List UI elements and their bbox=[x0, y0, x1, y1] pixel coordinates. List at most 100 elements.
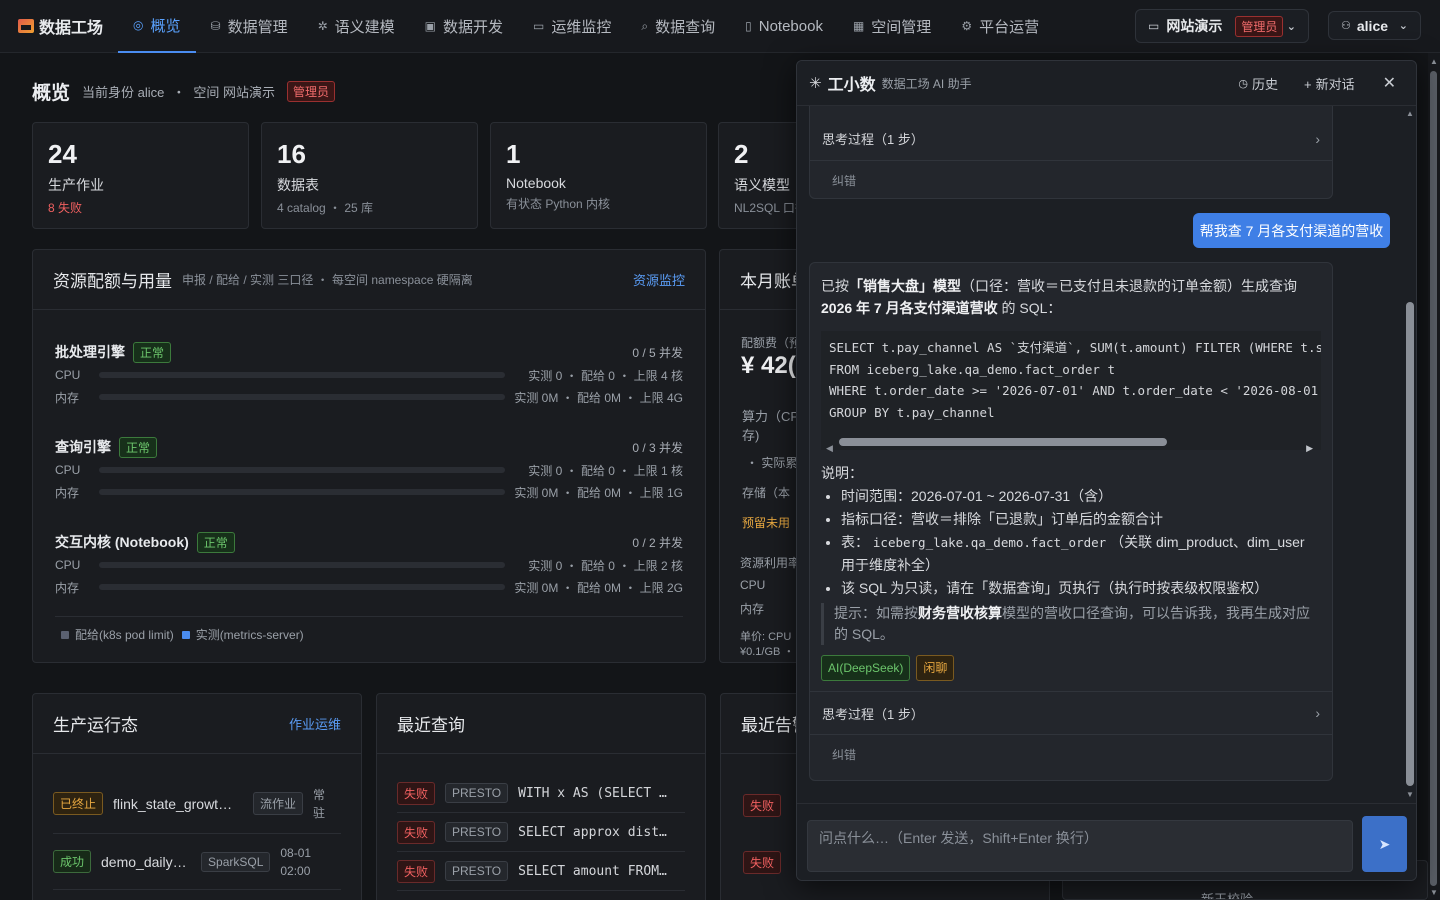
stat-label: 生产作业 bbox=[48, 177, 104, 193]
message-tags: AI(DeepSeek) 闲聊 bbox=[821, 655, 1321, 681]
job-ops-link[interactable]: 作业运维 bbox=[289, 714, 341, 733]
stat-number: 1 bbox=[506, 139, 521, 169]
scroll-left-icon[interactable]: ◀ bbox=[826, 437, 833, 459]
brand[interactable]: 数据工场 bbox=[18, 14, 118, 38]
scroll-up-icon[interactable]: ▲ bbox=[1406, 109, 1414, 118]
job-name: demo_daily… bbox=[101, 853, 187, 870]
history-button[interactable]: ◷ 历史 bbox=[1238, 74, 1278, 93]
nav-item-data-management[interactable]: ⛁ 数据管理 bbox=[196, 0, 303, 53]
scroll-down-icon[interactable]: ▼ bbox=[1406, 790, 1414, 799]
cpu-bar bbox=[99, 372, 505, 378]
query-row[interactable]: 失败 PRESTO SELECT approx dist… bbox=[397, 813, 685, 852]
nav-item-notebook[interactable]: ▯ Notebook bbox=[730, 0, 838, 53]
concurrency: 0 / 3 并发 bbox=[632, 440, 683, 455]
nav-item-platform-ops[interactable]: ⚙ 平台运营 bbox=[946, 0, 1054, 53]
job-time: 08-01 02:00 bbox=[280, 845, 312, 878]
chat-tag: 闲聊 bbox=[916, 655, 955, 681]
answer-target: 2026 年 7 月各支付渠道营收 bbox=[821, 300, 998, 316]
resource-monitor-link[interactable]: 资源监控 bbox=[633, 270, 685, 289]
nav-item-overview[interactable]: ◎ 概览 bbox=[118, 0, 196, 53]
database-icon: ⛁ bbox=[210, 19, 221, 33]
think-toggle[interactable]: 思考过程（1 步） › bbox=[810, 117, 1332, 161]
nav-label: 数据查询 bbox=[655, 18, 716, 36]
answer-intro: 已按「销售大盘」模型（口径：营收＝已支付且未退款的订单金额）生成查询 2026 … bbox=[821, 275, 1321, 319]
list-item[interactable]: 成功 demo_daily… SparkSQL 08-01 02:00 bbox=[53, 834, 341, 890]
nav-item-data-dev[interactable]: ▣ 数据开发 bbox=[410, 0, 518, 53]
engine-batch: 批处理引擎 正常 0 / 5 并发 CPU 实测 0 ・ 配给 0 ・ 上限 4 核 … bbox=[55, 340, 683, 408]
separator: ・ bbox=[172, 85, 186, 100]
ai-assistant-panel: ✳ 工小数 数据工场 AI 助手 ◷ 历史 + 新对话 ✕ 思考过程（1 步） › 纠… bbox=[796, 60, 1417, 881]
job-type: SparkSQL bbox=[201, 851, 271, 872]
chat-input-area: 问点什么…（Enter 发送，Shift+Enter 换行） ➤ bbox=[797, 803, 1416, 880]
scroll-up-icon[interactable]: ▲ bbox=[1430, 57, 1438, 66]
fix-button[interactable]: 纠错 bbox=[810, 735, 1332, 773]
page-header: 概览 当前身份 alice ・ 空间 网站演示 管理员 bbox=[32, 78, 336, 105]
page-scrollbar[interactable]: ▲ ▼ bbox=[1428, 53, 1440, 900]
stat-card-notebook[interactable]: 1 Notebook 有状态 Python 内核 bbox=[490, 122, 707, 229]
tip-text: 提示：如需按 bbox=[834, 605, 918, 621]
nav-item-data-query[interactable]: ⌕ 数据查询 bbox=[626, 0, 730, 53]
tip-note: 提示：如需按财务营收核算模型的营收口径查询，可以告诉我，我再生成对应的 SQL。 bbox=[821, 603, 1321, 645]
fix-button[interactable]: 纠错 bbox=[810, 161, 1332, 199]
model-tag: AI(DeepSeek) bbox=[821, 655, 911, 681]
stat-card-jobs[interactable]: 24 生产作业 8 失败 bbox=[32, 122, 249, 229]
nav-item-semantic-modeling[interactable]: ✲ 语义建模 bbox=[303, 0, 410, 53]
stat-card-tables[interactable]: 16 数据表 4 catalog ・ 25 库 bbox=[261, 122, 478, 229]
stat-label: Notebook bbox=[506, 175, 566, 191]
user-name: alice bbox=[1356, 17, 1389, 34]
page-title: 概览 bbox=[32, 83, 71, 104]
chat-messages: 思考过程（1 步） › 纠错 帮我查 7 月各支付渠道的营收 已按「销售大盘」模型… bbox=[797, 106, 1404, 803]
nav-item-ops-monitor[interactable]: ▭ 运维监控 bbox=[518, 0, 626, 53]
scrollbar-thumb[interactable] bbox=[1406, 302, 1414, 786]
stat-sub: NL2SQL 口径 bbox=[734, 201, 807, 215]
scrollbar-thumb[interactable] bbox=[1430, 71, 1437, 886]
code-scrollbar[interactable]: ◀ ▶ bbox=[821, 434, 1321, 453]
scroll-down-icon[interactable]: ▼ bbox=[1430, 888, 1438, 897]
chat-scrollbar[interactable]: ▲ ▼ bbox=[1404, 106, 1416, 803]
query-row[interactable]: 失败 PRESTO WITH x AS (SELECT … bbox=[397, 774, 685, 813]
nav-label: 语义建模 bbox=[334, 18, 395, 36]
sql-code-block[interactable]: SELECT t.pay_channel AS `支付渠道`, SUM(t.am… bbox=[821, 331, 1321, 434]
identity-text: 当前身份 alice bbox=[82, 85, 165, 100]
engine-badge: PRESTO bbox=[445, 822, 509, 842]
query-row[interactable]: 失败 PRESTO SELECT amount FROM… bbox=[397, 852, 685, 891]
chevron-down-icon: ⌄ bbox=[1398, 20, 1408, 32]
status-badge: 正常 bbox=[133, 341, 172, 363]
role-badge: 管理员 bbox=[287, 81, 336, 102]
job-name: flink_state_growt… bbox=[113, 795, 233, 812]
compass-icon: ◎ bbox=[133, 18, 144, 32]
role-badge: 管理员 bbox=[1235, 15, 1284, 37]
list-item[interactable]: 已终止 flink_state_growt… 流作业 常驻 bbox=[53, 774, 341, 834]
close-icon[interactable]: ✕ bbox=[1383, 73, 1396, 93]
history-label: 历史 bbox=[1251, 76, 1278, 92]
nav-item-space-management[interactable]: ▦ 空间管理 bbox=[838, 0, 946, 53]
compute-label: 算力（CP bbox=[742, 409, 800, 424]
new-chat-button[interactable]: + 新对话 bbox=[1304, 74, 1355, 93]
chevron-right-icon: › bbox=[1315, 705, 1320, 721]
status-badge: 正常 bbox=[196, 531, 235, 553]
cpu-label: CPU bbox=[55, 368, 81, 382]
scrollbar-thumb[interactable] bbox=[839, 438, 1167, 446]
mem-value: 实测 0M ・ 配给 0M ・ 上限 1G bbox=[514, 485, 683, 500]
send-button[interactable]: ➤ bbox=[1362, 816, 1407, 872]
panel-title: 生产运行态 bbox=[53, 716, 138, 735]
code-icon: ▣ bbox=[424, 19, 436, 33]
plus-icon: + bbox=[1303, 76, 1312, 92]
clock-icon: ◷ bbox=[1238, 77, 1248, 90]
user-menu[interactable]: ⚇ alice ⌄ bbox=[1328, 11, 1421, 40]
engine-name: 批处理引擎 bbox=[55, 344, 125, 360]
scroll-right-icon[interactable]: ▶ bbox=[1306, 437, 1313, 459]
think-toggle[interactable]: 思考过程（1 步） › bbox=[810, 691, 1332, 735]
explain-item: 该 SQL 为只读，请在「数据查询」页执行（执行时按表级权限鉴权） bbox=[841, 577, 1321, 599]
think-label: 思考过程（1 步） bbox=[822, 706, 924, 722]
status-badge: 失败 bbox=[397, 781, 436, 805]
new-chat-label: 新对话 bbox=[1315, 76, 1355, 92]
space-selector[interactable]: ▭ 网站演示 管理员 ⌄ bbox=[1135, 9, 1309, 43]
cpu-value: 实测 0 ・ 配给 0 ・ 上限 2 核 bbox=[528, 558, 683, 573]
footer-text: 新玉校验 bbox=[1201, 892, 1254, 900]
chat-input[interactable]: 问点什么…（Enter 发送，Shift+Enter 换行） bbox=[807, 820, 1353, 872]
mem-label: 内存 bbox=[55, 390, 80, 405]
assistant-message: 已按「销售大盘」模型（口径：营收＝已支付且未退款的订单金额）生成查询 2026 … bbox=[809, 262, 1333, 781]
query-sql: WITH x AS (SELECT … bbox=[518, 785, 667, 801]
folder-icon: ▭ bbox=[1148, 19, 1160, 33]
